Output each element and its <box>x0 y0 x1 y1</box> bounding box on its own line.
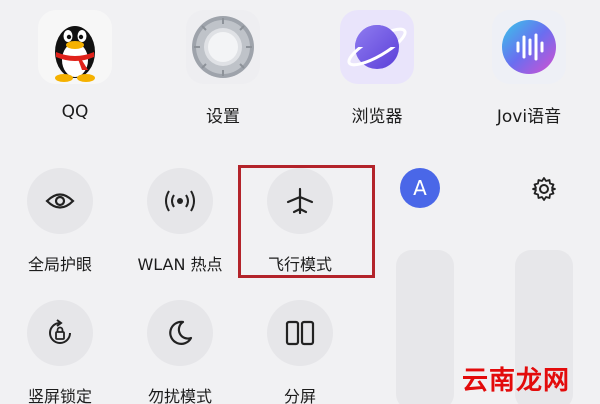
hotspot-icon <box>147 168 213 234</box>
tile-label: 勿扰模式 <box>147 387 212 404</box>
tile-label: 全局护眼 <box>27 255 92 274</box>
jovi-voice-icon <box>492 10 566 84</box>
app-jovi-voice[interactable]: Jovi语音 <box>479 10 579 127</box>
app-label: Jovi语音 <box>496 107 562 127</box>
app-settings[interactable]: 设置 <box>173 10 273 127</box>
brightness-slider[interactable] <box>396 250 454 404</box>
app-label: QQ <box>61 102 89 122</box>
tile-split-screen[interactable]: 分屏 <box>240 300 360 404</box>
tile-rotation-lock[interactable]: 竖屏锁定 <box>0 300 120 404</box>
tile-label: WLAN 热点 <box>137 255 223 274</box>
gear-icon[interactable] <box>527 172 561 206</box>
moon-icon <box>147 300 213 366</box>
browser-planet-icon <box>340 10 414 84</box>
app-browser[interactable]: 浏览器 <box>327 10 427 127</box>
eye-icon <box>27 168 93 234</box>
auto-brightness-button[interactable]: A <box>400 168 440 208</box>
tile-wlan-hotspot[interactable]: WLAN 热点 <box>120 168 240 275</box>
app-label: 设置 <box>206 107 240 127</box>
qq-penguin-icon <box>38 10 112 84</box>
settings-gear-icon <box>186 10 260 84</box>
tile-do-not-disturb[interactable]: 勿扰模式 <box>120 300 240 404</box>
airplane-mode-highlight-box <box>238 165 375 278</box>
app-qq[interactable]: QQ <box>25 10 125 122</box>
split-screen-icon <box>267 300 333 366</box>
watermark: 云南龙网 <box>462 366 571 396</box>
tile-label: 竖屏锁定 <box>27 387 92 404</box>
tile-eye-protection[interactable]: 全局护眼 <box>0 168 120 275</box>
rotation-lock-icon <box>27 300 93 366</box>
app-label: 浏览器 <box>351 107 403 127</box>
tile-label: 分屏 <box>283 387 316 404</box>
